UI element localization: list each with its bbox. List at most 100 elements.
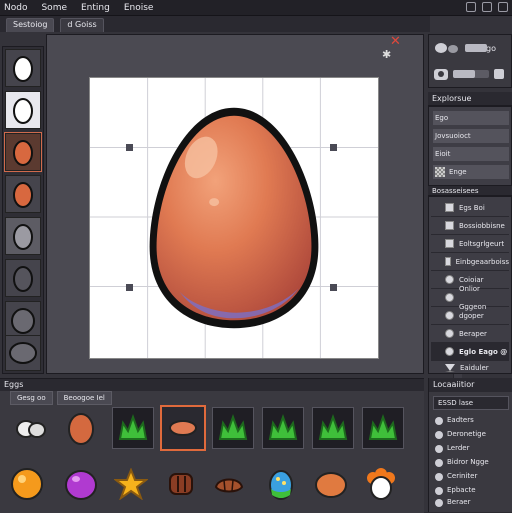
explorer-item[interactable]: Enge (433, 165, 509, 179)
assets-tab-1[interactable]: Gesg oo (10, 391, 53, 405)
frame-egg-gray[interactable] (5, 217, 41, 255)
zoom-slider[interactable] (453, 70, 489, 78)
transform-handle[interactable] (126, 284, 133, 291)
frame-egg-white[interactable] (5, 49, 41, 87)
settings-icon[interactable] (493, 68, 505, 80)
layer-item[interactable]: Onlior Gggeon (431, 285, 509, 311)
chocolate-icon (169, 473, 193, 495)
layer-label: Einbgeaarboiss (455, 257, 509, 266)
asset-croissant[interactable] (208, 463, 250, 505)
frame-egg-white-selected[interactable] (5, 91, 41, 129)
menu-item-enoise[interactable]: Enoise (124, 3, 154, 13)
transform-handle[interactable] (126, 144, 133, 151)
preview-panel: Ego (428, 34, 512, 88)
assets-tab-2[interactable]: Beoogoe Iel (56, 391, 112, 405)
layer-item[interactable]: Egs Boi (431, 199, 509, 217)
menu-item-nodo[interactable]: Nodo (4, 3, 27, 13)
library-item-icon (435, 458, 443, 467)
frame-egg-orange-selected[interactable] (4, 132, 42, 172)
orange-egg-icon (315, 472, 347, 498)
explorer-header: Explorsue (428, 92, 512, 106)
orange-ball-icon (11, 468, 43, 500)
egg-thumbnail-icon (13, 224, 33, 250)
egg-thumbnail-icon (13, 56, 33, 82)
menu-item-some[interactable]: Some (41, 3, 67, 13)
bush-icon (268, 414, 298, 440)
close-window-button[interactable] (498, 2, 508, 12)
asset-two-white-eggs[interactable] (10, 407, 52, 449)
layer-thumb-icon (445, 275, 454, 284)
asset-green-bush[interactable] (262, 407, 304, 449)
croissant-icon (214, 478, 244, 493)
spotted-egg-icon (269, 470, 293, 500)
asset-green-bush[interactable] (112, 407, 154, 449)
layer-item[interactable]: Eaiduler (431, 359, 509, 377)
egg-thumbnail-icon (9, 342, 37, 364)
asset-green-bush[interactable] (212, 407, 254, 449)
menubar: Nodo Some Enting Enoise (0, 0, 512, 16)
library-search-input[interactable]: ESSD lase (433, 396, 509, 410)
library-item-icon (435, 486, 443, 495)
pin-icon[interactable]: ✱ (382, 48, 391, 61)
frame-egg-gray-dark[interactable] (5, 335, 41, 371)
layer-thumb-icon (445, 293, 454, 302)
library-item[interactable]: Lerder (435, 442, 509, 455)
asset-blue-spotted-egg[interactable] (260, 463, 302, 505)
frame-egg-orange[interactable] (5, 175, 41, 213)
asset-star[interactable] (110, 463, 152, 505)
library-item-label: Beraer (447, 498, 471, 506)
layer-label: Eoltsgrlgeurt (459, 239, 505, 248)
menu-item-enting[interactable]: Enting (81, 3, 110, 13)
drawing-canvas[interactable] (89, 77, 379, 359)
explorer-item[interactable]: Eioit (433, 147, 509, 161)
library-item[interactable]: Eadters (435, 414, 509, 427)
star-icon (114, 468, 148, 500)
camera-icon[interactable] (433, 67, 449, 81)
frame-egg-gray-dark[interactable] (5, 259, 41, 297)
canvas-workspace (46, 34, 462, 401)
transform-handle[interactable] (330, 144, 337, 151)
toggle[interactable] (465, 44, 487, 52)
library-item[interactable]: Beraer (435, 496, 509, 509)
library-item[interactable]: Bidror Ngge (435, 456, 509, 469)
app-window: Nodo Some Enting Enoise Sestoiog d Goiss (0, 0, 512, 513)
assets-panel: Eggs Gesg oo Beoogoe Iel (0, 378, 424, 513)
asset-orange-ball[interactable] (6, 463, 48, 505)
bush-icon (318, 414, 348, 440)
library-item-label: Eadters (447, 416, 474, 424)
layer-item[interactable]: dgoper (431, 307, 509, 325)
layer-item[interactable]: Beraper (431, 325, 509, 343)
transform-handle[interactable] (330, 284, 337, 291)
minimize-button[interactable] (466, 2, 476, 12)
asset-green-bush[interactable] (312, 407, 354, 449)
asset-chocolate[interactable] (160, 463, 202, 505)
asset-white-egg-orange-petals[interactable] (360, 463, 402, 505)
library-panel: Locaaiitior ESSD lase Eadters Deronetige… (428, 378, 512, 512)
layer-item[interactable]: Einbgeaarboiss (431, 253, 509, 271)
asset-green-bush[interactable] (362, 407, 404, 449)
layer-item[interactable]: Eoltsgrlgeurt (431, 235, 509, 253)
explorer-item[interactable]: Jovsuoioct (433, 129, 509, 143)
canvas-grid (90, 78, 378, 358)
egg-thumbnail-icon (13, 140, 33, 166)
close-icon[interactable]: ✕ (390, 34, 401, 49)
layer-thumb-icon (445, 221, 454, 230)
asset-orange-oval-selected[interactable] (160, 405, 206, 451)
tab-document-2[interactable]: d Goiss (60, 18, 104, 32)
explorer-item[interactable]: Ego (433, 111, 509, 125)
asset-purple-egg[interactable] (60, 463, 102, 505)
asset-orange-egg[interactable] (310, 463, 352, 505)
frame-egg-gray-dark[interactable] (5, 301, 41, 339)
library-item-icon (435, 498, 443, 507)
layer-thumb-icon (445, 311, 454, 320)
layer-label: Eaiduler (460, 364, 489, 372)
maximize-button[interactable] (482, 2, 492, 12)
tab-document-1[interactable]: Sestoiog (6, 18, 55, 32)
library-item[interactable]: Ceriniter (435, 470, 509, 483)
asset-brown-egg[interactable] (60, 407, 102, 449)
bush-icon (118, 414, 148, 440)
library-item-label: Deronetige (447, 430, 486, 438)
library-item[interactable]: Deronetige (435, 428, 509, 441)
layer-item[interactable]: Bossiobbisne (431, 217, 509, 235)
explorer-item-label: Eioit (435, 150, 451, 158)
